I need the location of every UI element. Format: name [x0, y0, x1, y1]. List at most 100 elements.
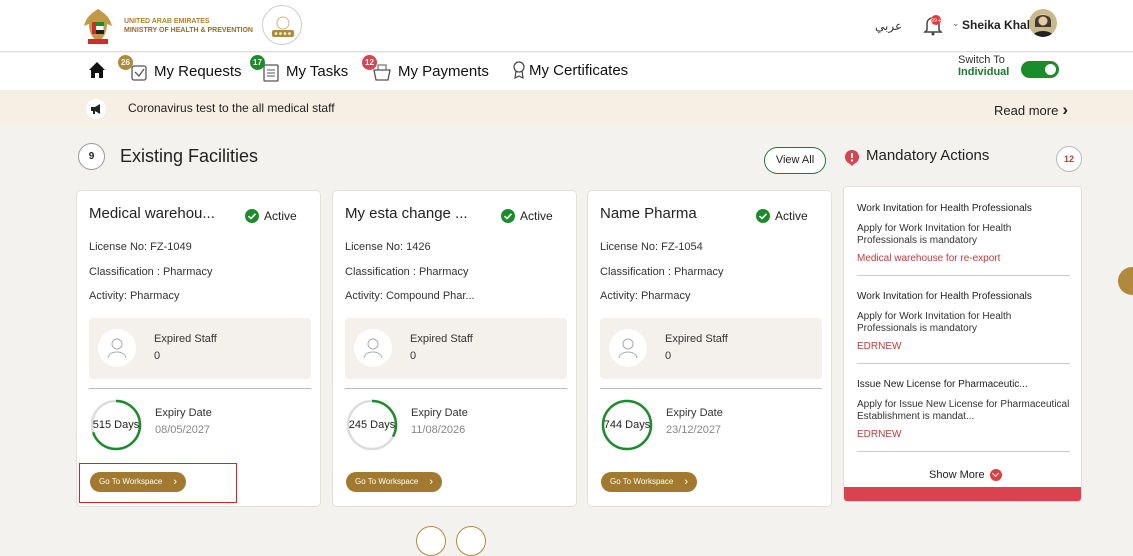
workspace-label: Go To Workspace — [355, 477, 419, 486]
divider — [857, 275, 1070, 276]
days-remaining: 515 Days — [92, 419, 140, 431]
days-remaining-ring: 744 Days — [600, 398, 654, 452]
panel-footer-bar — [844, 487, 1081, 501]
go-to-workspace-button[interactable]: Go To Workspace › — [346, 472, 442, 492]
facility-name[interactable]: Medical warehou... — [89, 205, 215, 222]
chevron-down-icon — [989, 469, 1002, 481]
action-description: Apply for Work Invitation for Health Pro… — [857, 223, 1012, 246]
expiry-label: Expiry Date — [155, 407, 212, 419]
language-switch[interactable]: عربي — [875, 19, 902, 33]
action-description: Apply for Issue New License for Pharmace… — [857, 399, 1070, 422]
expiry-date: 23/12/2027 — [666, 424, 722, 436]
person-placeholder-icon — [354, 329, 392, 367]
license-number: License No: 1426 — [345, 241, 431, 253]
section-title: Existing Facilities — [120, 146, 259, 166]
person-placeholder-icon — [98, 329, 136, 367]
days-remaining: 245 Days — [348, 419, 396, 431]
org-name-line2: MINISTRY OF HEALTH & PREVENTION — [124, 27, 253, 34]
nav-my-requests[interactable]: 26 My Requests — [118, 55, 242, 82]
show-more-label: Show More — [929, 469, 985, 481]
highlight-box — [79, 463, 237, 503]
mandatory-action-item[interactable]: Work Invitation for Health Professionals… — [857, 291, 1072, 353]
expired-staff-box: Expired Staff 0 — [600, 318, 822, 379]
star-rating-badge — [262, 5, 302, 45]
nav-my-certificates-label: My Certificates — [529, 61, 629, 79]
facility-name[interactable]: My esta change ... — [345, 205, 468, 222]
home-icon[interactable] — [88, 61, 106, 79]
alert-pin-icon — [845, 150, 859, 166]
action-title: Work Invitation for Health Professionals — [857, 291, 1032, 302]
nav-my-certificates[interactable]: My Certificates — [511, 60, 628, 80]
expired-staff-value: 0 — [665, 350, 672, 362]
switch-target-text: Individual — [958, 66, 1010, 78]
chevron-right-icon: › — [684, 476, 688, 488]
status-badge: Active — [245, 209, 297, 223]
expiry-date: 08/05/2027 — [155, 424, 211, 436]
check-circle-icon — [245, 209, 259, 223]
show-more-button[interactable]: Show More — [929, 469, 1002, 481]
facility-card: Medical warehou... Active License No: FZ-1… — [76, 190, 321, 507]
divider — [857, 363, 1070, 364]
announcement-text: Coronavirus test to the all medical staf… — [128, 101, 335, 115]
main-nav: 26 My Requests 17 My Tasks 12 My Payment… — [0, 53, 1133, 91]
nav-my-tasks-label: My Tasks — [286, 62, 349, 80]
top-bar: UNITED ARAB EMIRATES MINISTRY OF HEALTH … — [0, 0, 1133, 52]
org-name-line1: UNITED ARAB EMIRATES — [124, 18, 210, 25]
chevron-right-icon: › — [1062, 100, 1068, 119]
nav-my-payments[interactable]: 12 My Payments — [362, 55, 489, 82]
days-remaining-ring: 245 Days — [345, 398, 399, 452]
requests-count-badge: 26 — [118, 55, 133, 70]
mandatory-actions-count: 12 — [1056, 146, 1082, 172]
activity: Activity: Pharmacy — [89, 290, 180, 302]
activity: Activity: Compound Phar... — [345, 290, 475, 302]
chevron-right-icon: › — [429, 476, 433, 488]
check-circle-icon — [501, 209, 515, 223]
check-circle-icon — [756, 209, 770, 223]
nav-my-tasks[interactable]: 17 My Tasks — [250, 55, 349, 82]
facility-card: Name Pharma Active License No: FZ-1054 Clas… — [587, 190, 832, 507]
view-all-button[interactable]: View All — [764, 147, 826, 174]
tasks-count-badge: 17 — [250, 55, 265, 70]
divider — [600, 388, 822, 389]
action-title: Work Invitation for Health Professionals — [857, 203, 1032, 214]
carousel-next-button[interactable] — [456, 526, 486, 556]
user-avatar[interactable] — [1029, 9, 1057, 37]
expired-staff-box: Expired Staff 0 — [345, 318, 567, 379]
status-text: Active — [775, 209, 808, 223]
divider — [89, 388, 311, 389]
mandatory-action-item[interactable]: Work Invitation for Health Professionals… — [857, 203, 1072, 265]
expiry-label: Expiry Date — [411, 407, 468, 419]
svg-text:99+: 99+ — [931, 18, 942, 24]
license-number: License No: FZ-1049 — [89, 241, 192, 253]
read-more-link[interactable]: Read more › — [994, 100, 1068, 120]
read-more-label: Read more — [994, 103, 1059, 118]
user-menu-chevron-icon[interactable]: ⌄ — [952, 18, 960, 29]
notification-bell-icon[interactable]: 99+ — [923, 14, 943, 36]
uae-emblem-icon — [84, 9, 112, 44]
go-to-workspace-button[interactable]: Go To Workspace › — [601, 472, 697, 492]
expired-staff-label: Expired Staff — [410, 333, 473, 345]
announcement-bar: Coronavirus test to the all medical staf… — [0, 90, 1133, 127]
action-facility: EDRNEW — [857, 341, 902, 352]
carousel-prev-button[interactable] — [416, 526, 446, 556]
help-button[interactable] — [1118, 267, 1133, 295]
ministry-logo[interactable]: UNITED ARAB EMIRATES MINISTRY OF HEALTH … — [80, 6, 253, 46]
status-badge: Active — [756, 209, 808, 223]
switch-to-label: Switch To Individual — [958, 54, 1009, 78]
facility-name[interactable]: Name Pharma — [600, 205, 697, 222]
expiry-date: 11/08/2026 — [411, 424, 466, 436]
classification: Classification : Pharmacy — [89, 266, 213, 278]
facilities-count: 9 — [78, 143, 105, 170]
star-badge-icon — [272, 16, 294, 37]
mandatory-actions-title: Mandatory Actions — [866, 147, 990, 164]
person-placeholder-icon — [609, 329, 647, 367]
license-number: License No: FZ-1054 — [600, 241, 703, 253]
action-facility: EDRNEW — [857, 429, 902, 440]
status-badge: Active — [501, 209, 553, 223]
account-switch-toggle[interactable] — [1021, 61, 1059, 78]
payments-count-badge: 12 — [362, 55, 377, 70]
status-text: Active — [520, 209, 553, 223]
days-remaining-ring: 515 Days — [89, 398, 143, 452]
expiry-label: Expiry Date — [666, 407, 723, 419]
mandatory-action-item[interactable]: Issue New License for Pharmaceutic... Ap… — [857, 379, 1072, 441]
